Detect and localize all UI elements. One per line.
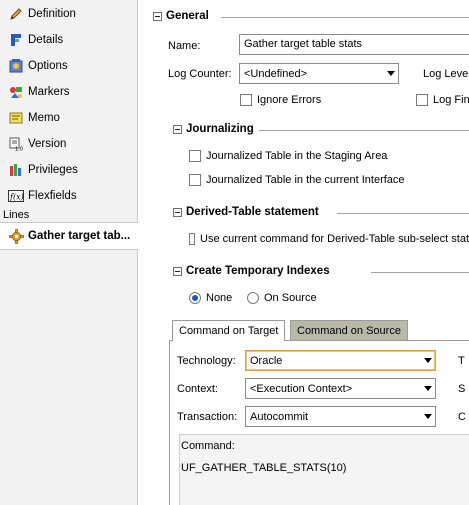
context-select[interactable]: <Execution Context> <box>245 378 436 399</box>
technology-select[interactable]: Oracle <box>245 350 436 371</box>
navigator-panel: Definition Details Options Markers Memo … <box>0 0 138 505</box>
tab-command-on-source[interactable]: Command on Source <box>290 320 408 340</box>
log-final-label: Log Fina <box>433 94 469 106</box>
active-line-label: Gather target tab... <box>28 230 131 242</box>
journalized-interface-label: Journalized Table in the current Interfa… <box>206 174 405 186</box>
log-counter-select[interactable]: <Undefined> <box>239 63 399 84</box>
journalized-staging-label: Journalized Table in the Staging Area <box>206 150 388 162</box>
right-truncated-label-3: C <box>458 411 466 423</box>
markers-icon <box>8 84 24 100</box>
journalizing-title: Journalizing <box>186 123 254 135</box>
checkbox-box[interactable] <box>240 94 252 106</box>
nav-item-privileges[interactable]: Privileges <box>0 159 137 181</box>
chevron-down-icon <box>421 379 435 398</box>
derived-table-checkbox[interactable]: Use current command for Derived-Table su… <box>189 233 469 245</box>
nav-item-label: Details <box>28 34 64 46</box>
nav-item-version[interactable]: 1.0 Version <box>0 133 137 155</box>
section-divider <box>259 130 469 131</box>
collapse-icon[interactable] <box>173 124 182 134</box>
command-label: Command: <box>181 440 235 452</box>
radio-dot[interactable] <box>247 292 259 304</box>
log-counter-value: <Undefined> <box>244 67 307 80</box>
nav-item-markers[interactable]: Markers <box>0 81 137 103</box>
radio-none-label: None <box>206 292 233 304</box>
section-divider <box>221 17 469 18</box>
nav-item-label: Markers <box>28 86 70 98</box>
svg-text:f(x): f(x) <box>9 193 24 202</box>
radio-on-source-label: On Source <box>264 292 317 304</box>
flexfields-icon: f(x) <box>8 188 24 204</box>
nav-item-memo[interactable]: Memo <box>0 107 137 129</box>
nav-item-details[interactable]: Details <box>0 29 137 51</box>
log-final-checkbox[interactable]: Log Fina <box>416 94 469 106</box>
log-level-label: Log Level <box>423 68 469 80</box>
radio-on-source[interactable]: On Source <box>247 292 317 304</box>
derived-table-label: Use current command for Derived-Table su… <box>200 233 469 245</box>
context-label: Context: <box>177 383 218 395</box>
derived-title: Derived-Table statement <box>186 206 319 218</box>
nav-item-label: Memo <box>28 112 60 124</box>
right-truncated-label-1: T <box>458 355 465 367</box>
lines-label: Lines <box>3 209 30 221</box>
general-title: General <box>166 10 209 22</box>
command-text[interactable]: UF_GATHER_TABLE_STATS(10) <box>181 462 346 474</box>
name-field[interactable]: Gather target table stats <box>239 34 469 55</box>
svg-text:1.0: 1.0 <box>15 147 23 152</box>
log-counter-label: Log Counter: <box>168 68 232 80</box>
collapse-icon[interactable] <box>173 207 182 217</box>
nav-item-label: Version <box>28 138 67 150</box>
nav-item-definition[interactable]: Definition <box>0 3 137 25</box>
checkbox-box[interactable] <box>189 174 201 186</box>
checkbox-box[interactable] <box>416 94 428 106</box>
derived-section-header[interactable]: Derived-Table statement <box>173 206 319 218</box>
pencil-icon <box>8 6 24 22</box>
section-divider <box>371 272 469 273</box>
nav-item-options[interactable]: Options <box>0 55 137 77</box>
privileges-icon <box>8 162 24 178</box>
transaction-label: Transaction: <box>177 411 238 423</box>
checkbox-box[interactable] <box>189 233 195 245</box>
radio-dot[interactable] <box>189 292 201 304</box>
context-value: <Execution Context> <box>250 382 353 395</box>
collapse-icon[interactable] <box>153 11 162 21</box>
technology-value: Oracle <box>250 354 283 367</box>
tab-command-on-target[interactable]: Command on Target <box>172 320 286 341</box>
nav-item-label: Definition <box>28 8 76 20</box>
nav-item-flexfields[interactable]: f(x) Flexfields <box>0 185 137 207</box>
temp-indexes-title: Create Temporary Indexes <box>186 265 330 277</box>
journalizing-section-header[interactable]: Journalizing <box>173 123 254 135</box>
section-divider <box>337 213 469 214</box>
chevron-down-icon <box>421 407 435 426</box>
temp-indexes-section-header[interactable]: Create Temporary Indexes <box>173 265 330 277</box>
memo-icon <box>8 110 24 126</box>
technology-label: Technology: <box>177 355 236 367</box>
nav-item-label: Privileges <box>28 164 78 176</box>
transaction-select[interactable]: Autocommit <box>245 406 436 427</box>
general-section-header[interactable]: General <box>153 10 209 22</box>
right-truncated-label-2: S <box>458 383 466 395</box>
journalized-interface-checkbox[interactable]: Journalized Table in the current Interfa… <box>189 174 405 186</box>
nav-item-label: Flexfields <box>28 190 77 202</box>
journalized-staging-checkbox[interactable]: Journalized Table in the Staging Area <box>189 150 387 162</box>
nav-item-active-line[interactable]: Gather target tab... <box>0 222 138 250</box>
ignore-errors-label: Ignore Errors <box>257 94 322 106</box>
nav-item-label: Options <box>28 60 68 72</box>
radio-none[interactable]: None <box>189 292 232 304</box>
collapse-icon[interactable] <box>173 266 182 276</box>
name-label: Name: <box>168 40 201 52</box>
properties-panel: General Name: Gather target table stats … <box>139 0 469 505</box>
chevron-down-icon <box>384 64 398 83</box>
transaction-value: Autocommit <box>250 410 309 423</box>
gear-icon <box>8 228 24 244</box>
details-icon <box>8 32 24 48</box>
options-icon <box>8 58 24 74</box>
checkbox-box[interactable] <box>189 150 201 162</box>
version-icon: 1.0 <box>8 136 24 152</box>
ignore-errors-checkbox[interactable]: Ignore Errors <box>240 94 321 106</box>
chevron-down-icon <box>421 351 435 370</box>
